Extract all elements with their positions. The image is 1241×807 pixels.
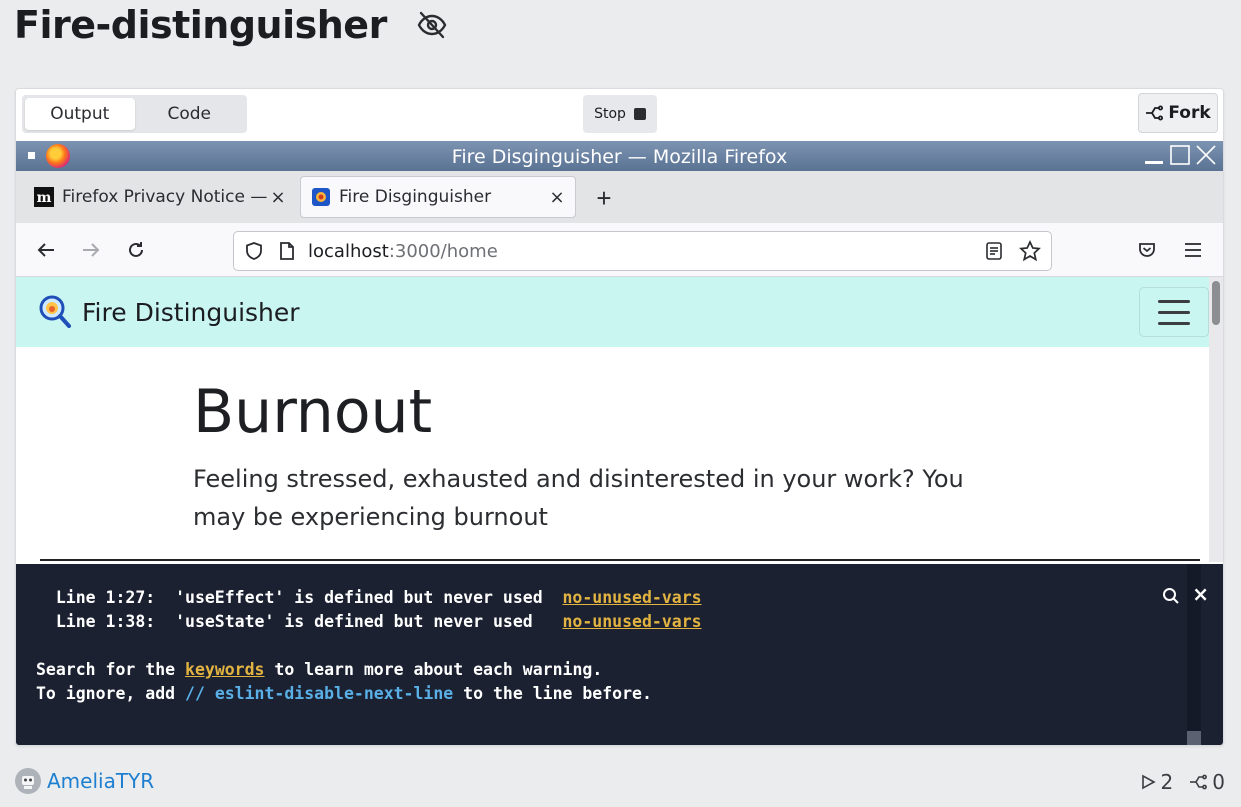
run-count-value: 2: [1160, 770, 1174, 794]
output-tab[interactable]: Output: [25, 98, 135, 130]
page-header: Fire-distinguisher: [14, 0, 449, 50]
close-icon[interactable]: ×: [1192, 582, 1209, 606]
hint-text: to the line before.: [453, 684, 652, 703]
reader-view-icon[interactable]: [985, 241, 1003, 261]
search-icon[interactable]: [1159, 584, 1183, 608]
sandbox-stats: 2 0: [1140, 770, 1225, 794]
fork-icon: [1190, 774, 1208, 790]
pocket-icon[interactable]: [1134, 237, 1160, 263]
toggler-bar: [1158, 299, 1190, 303]
play-icon: [1141, 774, 1156, 790]
window-title: Fire Disginguisher — Mozilla Firefox: [451, 146, 788, 168]
window-controls: [1143, 144, 1217, 166]
sandbox-toolbar: Output Code Stop Fork: [16, 89, 1223, 141]
fork-button[interactable]: Fork: [1138, 93, 1218, 133]
tab-label: Fire Disginguisher: [339, 187, 492, 207]
app-brand[interactable]: Fire Distinguisher: [38, 294, 300, 330]
page-title: Fire-distinguisher: [14, 3, 387, 47]
ignore-hint-line: To ignore, add // eslint-disable-next-li…: [36, 684, 652, 703]
sandbox-card: Output Code Stop Fork Fire Disginguisher…: [15, 88, 1224, 746]
browser-navbar: localhost:3000/home: [16, 223, 1223, 277]
scrollbar-thumb[interactable]: [1212, 281, 1220, 325]
navbar-toggler-button[interactable]: [1139, 287, 1209, 337]
browser-tabstrip: m Firefox Privacy Notice — F × Fire Disg…: [16, 171, 1223, 223]
toggler-bar: [1158, 310, 1190, 314]
shield-icon[interactable]: [244, 241, 264, 261]
run-count: 2: [1140, 770, 1174, 794]
fork-count: 0: [1189, 770, 1225, 794]
app-navbar: Fire Distinguisher: [16, 277, 1209, 347]
avatar: [15, 768, 41, 794]
keywords-link[interactable]: keywords: [185, 660, 264, 679]
eslint-disable-comment: // eslint-disable-next-line: [185, 684, 454, 703]
divider: [40, 559, 1200, 561]
svg-text:m: m: [37, 190, 52, 206]
hero-title: Burnout: [193, 377, 433, 447]
stop-label: Stop: [594, 106, 626, 122]
page-icon[interactable]: [278, 241, 296, 261]
rule-link[interactable]: no-unused-vars: [563, 588, 702, 607]
tab-fire-disginguisher[interactable]: Fire Disginguisher ×: [300, 176, 576, 218]
back-arrow-icon[interactable]: [33, 237, 59, 263]
new-tab-button[interactable]: +: [591, 183, 617, 214]
stop-button[interactable]: Stop: [583, 95, 657, 133]
hint-text: to learn more about each warning.: [264, 660, 603, 679]
tab-label: Firefox Privacy Notice — F: [62, 187, 270, 207]
maximize-icon[interactable]: [1169, 144, 1191, 166]
page-scrollbar[interactable]: [1209, 277, 1223, 562]
scrollbar-thumb[interactable]: [1187, 731, 1201, 745]
reload-icon[interactable]: [123, 237, 149, 263]
url-bar[interactable]: localhost:3000/home: [233, 231, 1052, 271]
mozilla-m-icon: m: [34, 187, 54, 207]
warning-line: Line 1:27: 'useEffect' is defined but ne…: [36, 588, 702, 607]
warning-text: Line 1:38: 'useState' is defined but nev…: [36, 612, 563, 631]
hint-text: To ignore, add: [36, 684, 186, 703]
toggler-bar: [1158, 321, 1190, 325]
fork-count-value: 0: [1212, 770, 1225, 794]
url-path: :3000/home: [388, 240, 498, 262]
firefox-titlebar: Fire Disginguisher — Mozilla Firefox: [16, 141, 1223, 171]
stop-icon: [633, 108, 646, 120]
hero-text: Feeling stressed, exhausted and disinter…: [193, 465, 964, 531]
bookmark-star-icon[interactable]: [1019, 240, 1041, 262]
warning-text: Line 1:27: 'useEffect' is defined but ne…: [36, 588, 563, 607]
tab-close-icon[interactable]: ×: [270, 187, 286, 208]
search-hint-line: Search for the keywords to learn more ab…: [36, 660, 602, 679]
close-window-icon[interactable]: [1195, 144, 1217, 166]
minimize-icon[interactable]: [1143, 144, 1165, 166]
page-viewport: Fire Distinguisher Burnout Feeling stres…: [16, 277, 1209, 562]
author-link[interactable]: AmeliaTYR: [15, 768, 154, 794]
code-tab[interactable]: Code: [135, 98, 245, 130]
app-favicon-icon: [312, 188, 330, 206]
fork-label: Fork: [1168, 103, 1211, 123]
hamburger-menu-icon[interactable]: [1180, 237, 1206, 263]
tab-close-icon[interactable]: ×: [549, 187, 565, 208]
view-toggle: Output Code: [22, 95, 247, 133]
fork-icon: [1146, 105, 1164, 121]
url-host: localhost: [308, 240, 389, 262]
hint-text: Search for the: [36, 660, 186, 679]
forward-arrow-icon[interactable]: [78, 237, 104, 263]
eslint-warning-overlay: Line 1:27: 'useEffect' is defined but ne…: [16, 564, 1223, 745]
author-name: AmeliaTYR: [47, 769, 155, 793]
rule-link[interactable]: no-unused-vars: [563, 612, 702, 631]
eye-off-icon[interactable]: [415, 8, 449, 42]
warning-line: Line 1:38: 'useState' is defined but nev…: [36, 612, 702, 631]
tab-privacy-notice[interactable]: m Firefox Privacy Notice — F ×: [24, 176, 296, 218]
magnifier-logo-icon: [39, 295, 71, 328]
app-brand-label: Fire Distinguisher: [82, 297, 300, 327]
